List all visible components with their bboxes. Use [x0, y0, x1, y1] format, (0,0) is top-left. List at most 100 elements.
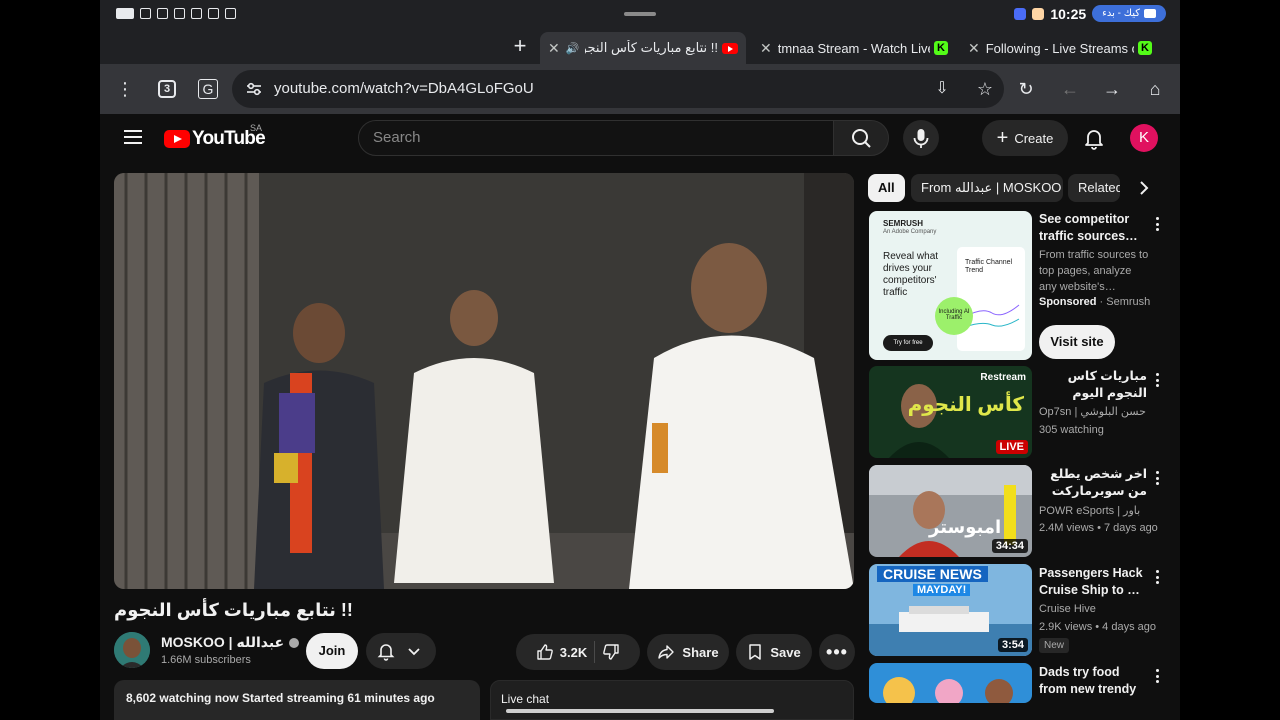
save-button[interactable]: Save: [736, 634, 812, 670]
tab-following[interactable]: ✕ Following - Live Streams on K: [960, 32, 1160, 64]
voice-search-button[interactable]: [903, 120, 939, 156]
video-meta: 305 watching: [1039, 424, 1104, 436]
notifications-bell-icon[interactable]: [1080, 124, 1108, 152]
more-options-icon[interactable]: [1152, 667, 1162, 685]
video-thumbnail[interactable]: Restream كأس النجوم LIVE: [869, 366, 1032, 458]
more-dots-icon: •••: [826, 641, 848, 662]
clock: 10:25: [1050, 5, 1087, 22]
speaker-icon[interactable]: 🔊: [566, 42, 580, 55]
reload-icon[interactable]: ↻: [1014, 77, 1038, 101]
advertiser-name: · Semrush: [1099, 296, 1151, 308]
share-icon: [658, 645, 675, 659]
search-input[interactable]: [359, 121, 833, 154]
tab-switcher-button[interactable]: 3: [158, 80, 176, 98]
restream-label: Restream: [980, 372, 1026, 383]
translate-icon[interactable]: G: [198, 79, 218, 99]
like-button[interactable]: 3.2K: [536, 643, 587, 661]
more-actions-button[interactable]: •••: [819, 634, 855, 670]
live-badge: LIVE: [995, 440, 1028, 454]
video-title[interactable]: اخر شخص يطلع من سوبرماركت يفوز ب …: [1039, 466, 1147, 500]
channel-name[interactable]: MOSKOO | عبدالله: [161, 634, 300, 651]
gesture-home-bar[interactable]: [506, 709, 774, 713]
video-title[interactable]: Passengers Hack Cruise Ship to …: [1039, 565, 1147, 599]
account-avatar[interactable]: K: [1130, 124, 1158, 152]
chip-all[interactable]: All: [868, 174, 905, 202]
thumbnail-text: كأس النجوم: [907, 394, 1024, 416]
join-button[interactable]: Join: [306, 633, 358, 669]
thumbnail-subtext: MAYDAY!: [913, 584, 971, 596]
ad-title[interactable]: See competitor traffic sources…: [1039, 211, 1147, 246]
youtube-logo[interactable]: YouTube SA: [164, 123, 266, 150]
live-chat-title: Live chat: [501, 692, 550, 706]
more-options-icon[interactable]: [1152, 371, 1162, 389]
visit-site-button[interactable]: Visit site: [1039, 325, 1115, 359]
menu-dots-icon[interactable]: ⋮: [113, 77, 137, 101]
subscription-bell-button[interactable]: [366, 633, 436, 669]
tab-youtube[interactable]: ✕ 🔊 !! نتابع مباريات كأس النجوم -: [540, 32, 746, 64]
drag-handle[interactable]: [624, 12, 656, 16]
close-tab-icon[interactable]: ✕: [968, 40, 980, 57]
duration-badge: 34:34: [991, 539, 1028, 553]
close-tab-icon[interactable]: ✕: [760, 40, 772, 57]
channel-name: Op7sn | حسن البلوشي: [1039, 406, 1146, 418]
channel-avatar[interactable]: [114, 632, 150, 668]
close-tab-icon[interactable]: ✕: [548, 40, 560, 57]
ad-thumbnail[interactable]: SEMRUSH An Adobe Company Reveal what dri…: [869, 211, 1032, 360]
video-title[interactable]: مباريات كاس النجوم اليوم الثاني 🔥🤩: [1039, 368, 1147, 402]
create-label: Create: [1014, 130, 1054, 146]
cast-icon: [1144, 9, 1156, 18]
plus-icon: +: [996, 127, 1009, 149]
tablet-screen: 10:25 كيك - بدء + ✕ 🔊 !! نتابع مباريات ك…: [100, 0, 1180, 720]
subscriber-count: 1.66M subscribers: [161, 654, 251, 666]
chevron-right-icon[interactable]: [1132, 176, 1156, 200]
video-thumbnail[interactable]: [869, 663, 1032, 703]
country-code: SA: [250, 123, 263, 133]
new-badge: New: [1039, 638, 1070, 653]
thumbs-down-icon[interactable]: [602, 643, 620, 661]
tab-title: Following - Live Streams on: [985, 40, 1134, 56]
more-options-icon[interactable]: [1152, 568, 1162, 586]
ad-chart-card: Traffic Channel Trend: [957, 247, 1025, 351]
video-title[interactable]: Dads try food from new trendy …: [1039, 664, 1147, 698]
back-arrow-icon[interactable]: ←: [1058, 77, 1082, 101]
tab-tmnaa[interactable]: ✕ tmnaa Stream - Watch Live K: [752, 32, 956, 64]
thumbnail-text: امبوستر: [929, 517, 1002, 537]
hamburger-menu-icon[interactable]: [124, 130, 142, 144]
ad-description: From traffic sources to top pages, analy…: [1039, 249, 1149, 293]
mic-icon: [913, 129, 929, 148]
channel-name: Cruise Hive: [1039, 603, 1096, 615]
video-player[interactable]: [114, 173, 854, 589]
video-thumbnail[interactable]: CRUISE NEWS MAYDAY! 3:54: [869, 564, 1032, 656]
semrush-ad-image: SEMRUSH An Adobe Company Reveal what dri…: [869, 211, 1032, 360]
forward-arrow-icon[interactable]: →: [1100, 77, 1124, 101]
chip-related[interactable]: Related: [1068, 174, 1120, 202]
nfc-icon: [191, 8, 202, 19]
install-app-icon[interactable]: ⇩: [930, 77, 954, 101]
ad-more-icon[interactable]: [1152, 215, 1162, 233]
like-count: 3.2K: [559, 644, 588, 660]
status-right: 10:25 كيك - بدء: [1014, 5, 1166, 22]
home-icon[interactable]: ⌂: [1143, 77, 1167, 101]
channel-name-text: MOSKOO | عبدالله: [161, 634, 285, 650]
new-tab-plus-icon[interactable]: +: [508, 35, 532, 59]
share-button[interactable]: Share: [647, 634, 729, 670]
create-button[interactable]: + Create: [982, 120, 1068, 156]
system-status-bar: 10:25 كيك - بدء: [100, 0, 1180, 30]
verified-icon: [289, 637, 300, 648]
bookmark-star-icon[interactable]: ☆: [973, 77, 997, 101]
more-options-icon[interactable]: [1152, 469, 1162, 487]
live-chat-panel[interactable]: Live chat: [490, 680, 854, 720]
kick-icon: K: [934, 41, 948, 55]
address-bar[interactable]: youtube.com/watch?v=DbA4GLoFGoU ⇩ ☆: [232, 70, 1004, 108]
video-thumbnail[interactable]: امبوستر 34:34: [869, 465, 1032, 557]
screen-icon: [225, 8, 236, 19]
wifi-icon: [140, 8, 151, 19]
description-box[interactable]: 8,602 watching now Started streaming 61 …: [114, 680, 480, 720]
site-info-icon[interactable]: [246, 81, 262, 97]
chip-from-channel[interactable]: From عبدالله | MOSKOO: [911, 174, 1063, 202]
headphones-icon: [174, 8, 185, 19]
app-notification-icon: [1014, 7, 1027, 20]
ad-try-button: Try for free: [883, 335, 933, 351]
search-button[interactable]: [833, 120, 889, 156]
kick-live-pill[interactable]: كيك - بدء: [1092, 5, 1166, 22]
